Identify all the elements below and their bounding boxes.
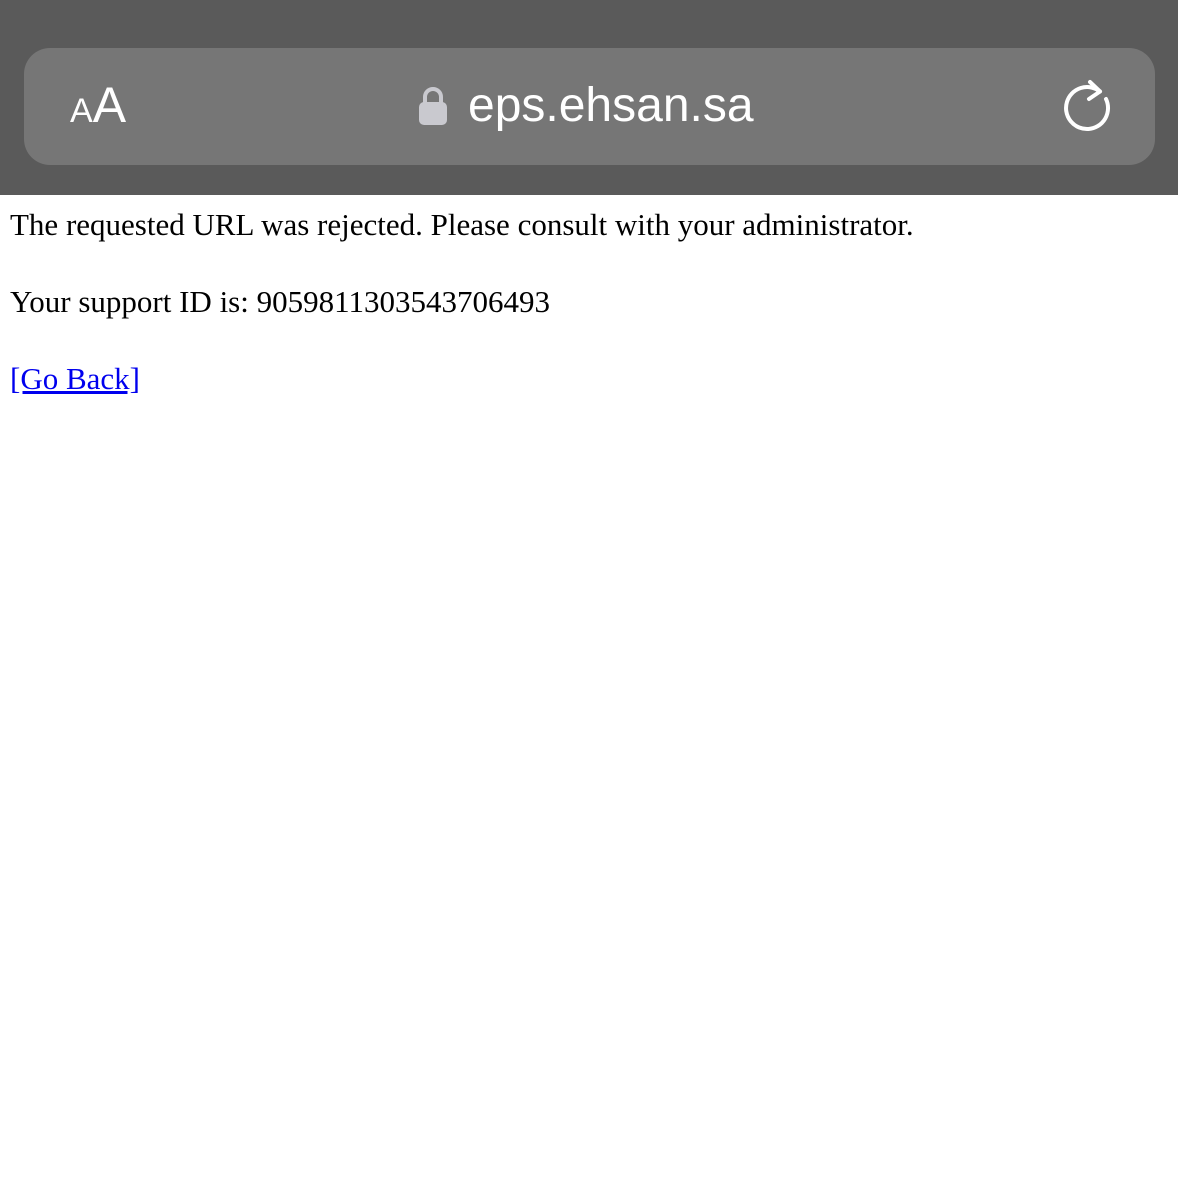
support-id-line: Your support ID is: 9059811303543706493	[10, 282, 1170, 322]
rejection-message: The requested URL was rejected. Please c…	[10, 207, 914, 242]
text-size-small-glyph: A	[70, 92, 93, 130]
browser-toolbar: A A eps.ehsan.sa	[0, 0, 1178, 195]
url-display[interactable]: eps.ehsan.sa	[418, 76, 754, 136]
support-id-value: 9059811303543706493	[256, 284, 550, 319]
text-size-large-glyph: A	[92, 77, 127, 133]
support-id-label: Your support ID is:	[10, 284, 257, 319]
reload-icon[interactable]	[1060, 76, 1118, 136]
url-text: eps.ehsan.sa	[468, 79, 754, 132]
page-content: The requested URL was rejected. Please c…	[10, 205, 1170, 399]
lock-icon	[419, 87, 447, 125]
text-size-button[interactable]: A A	[70, 80, 126, 132]
go-back-link[interactable]: [Go Back]	[10, 361, 140, 396]
